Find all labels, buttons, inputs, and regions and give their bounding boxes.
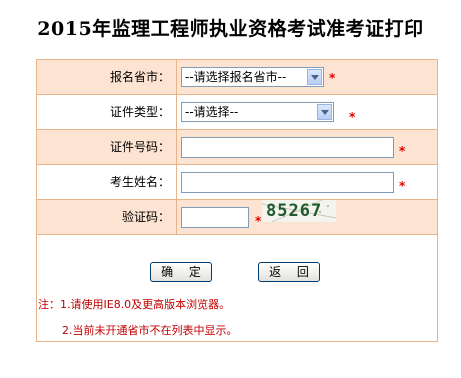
chevron-down-icon[interactable] xyxy=(317,104,332,120)
required-mark: * xyxy=(329,71,336,85)
required-mark: * xyxy=(349,110,356,124)
note-line-2: 2.当前未开通省市不在列表中显示。 xyxy=(62,324,238,337)
province-label: 报名省市： xyxy=(37,60,177,94)
captcha-label: 验证码： xyxy=(37,200,177,234)
province-row: 报名省市： --请选择报名省市-- * xyxy=(37,60,437,95)
captcha-input[interactable] xyxy=(181,207,249,228)
name-row: 考生姓名： * xyxy=(37,165,437,200)
required-mark: * xyxy=(399,179,406,193)
captcha-image[interactable]: 85267 xyxy=(262,200,336,222)
id-number-input[interactable] xyxy=(181,137,394,158)
id-type-select-value: --请选择-- xyxy=(185,105,239,119)
province-select-value: --请选择报名省市-- xyxy=(185,70,287,84)
page-title: 2015年监理工程师执业资格考试准考证打印 xyxy=(37,18,424,40)
province-select[interactable]: --请选择报名省市-- xyxy=(181,67,324,87)
chevron-down-icon[interactable] xyxy=(307,69,322,85)
id-type-row: 证件类型： --请选择-- * xyxy=(37,95,437,130)
name-label: 考生姓名： xyxy=(37,165,177,199)
captcha-row: 验证码： * xyxy=(37,200,437,235)
required-mark: * xyxy=(399,144,406,158)
id-type-select[interactable]: --请选择-- xyxy=(181,102,334,122)
id-number-label: 证件号码： xyxy=(37,130,177,164)
back-button[interactable]: 返 回 xyxy=(258,262,320,282)
id-type-label: 证件类型： xyxy=(37,95,177,129)
required-mark: * xyxy=(255,214,262,228)
name-input[interactable] xyxy=(181,172,394,193)
captcha-text: 85267 xyxy=(266,201,323,221)
note-line-1: 注：1.请使用IE8.0及更高版本浏览器。 xyxy=(38,298,231,311)
id-number-row: 证件号码： * xyxy=(37,130,437,165)
confirm-button[interactable]: 确 定 xyxy=(150,262,212,282)
